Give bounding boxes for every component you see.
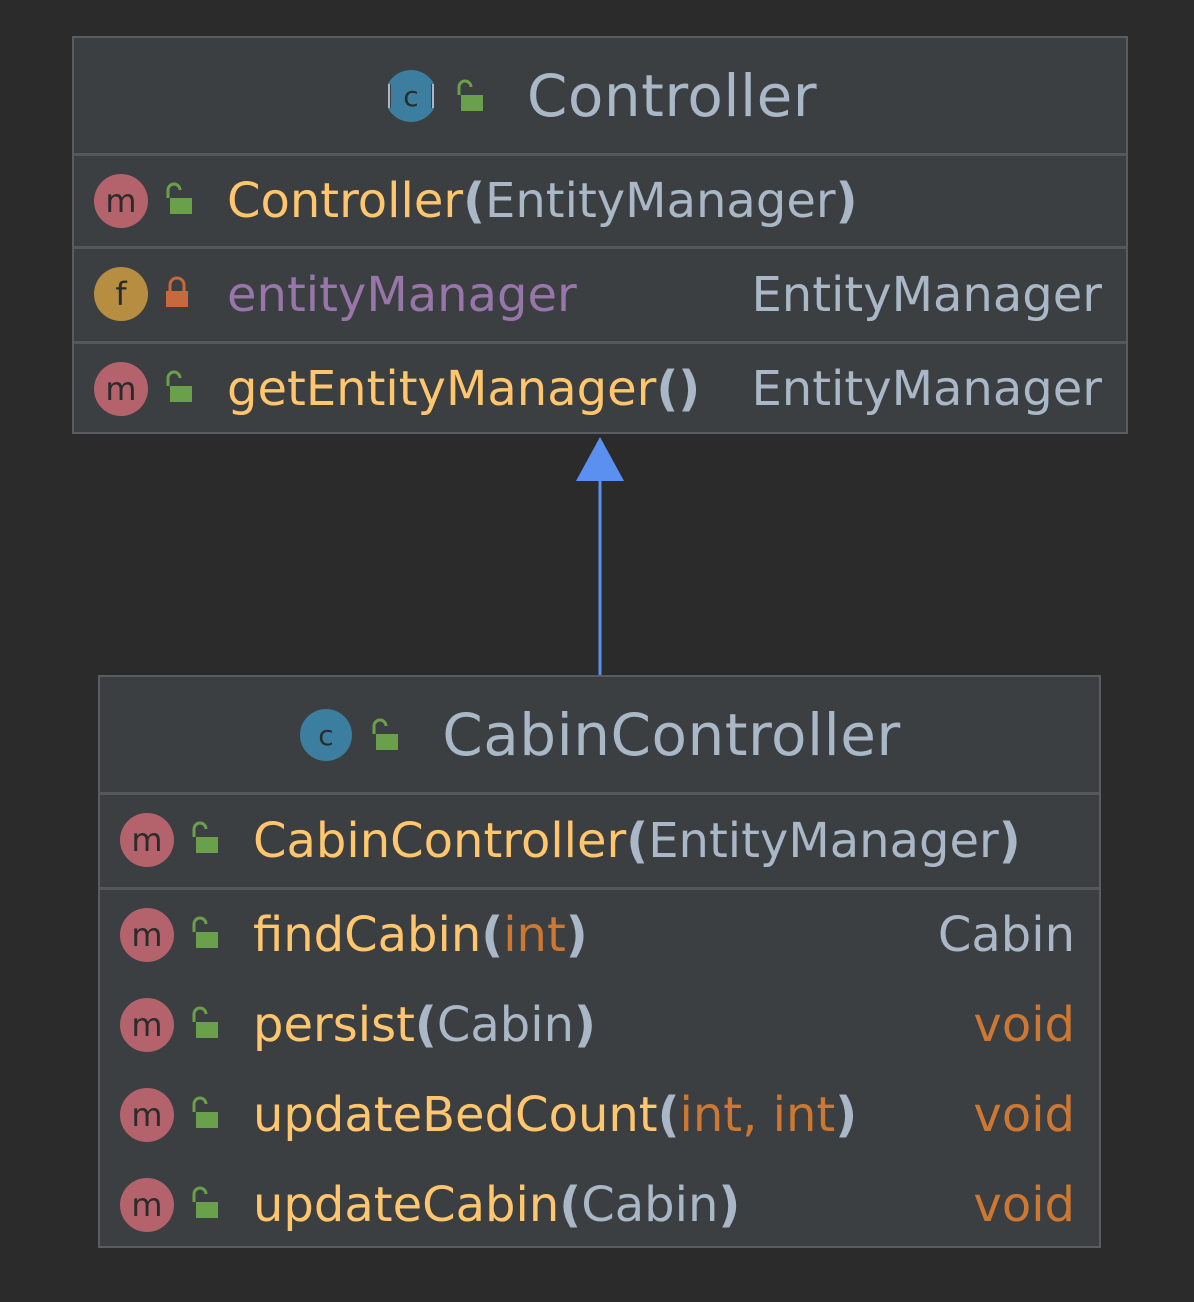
public-lock-icon [192, 916, 218, 948]
method-signature: findCabin(int) [253, 907, 588, 963]
public-lock-icon [372, 718, 399, 750]
method-name: findCabin [253, 907, 482, 963]
return-type: void [973, 997, 1075, 1053]
close-paren: ) [718, 1177, 741, 1233]
close-paren: ) [835, 173, 858, 229]
open-paren: ( [463, 173, 486, 229]
method-row[interactable]: m persist(Cabin) void [100, 980, 1099, 1070]
class-name: Controller [526, 61, 818, 130]
public-lock-icon [192, 821, 218, 853]
constructors-section: m Controller(EntityManager) [74, 156, 1126, 249]
inheritance-arrowhead [576, 437, 624, 481]
method-signature: updateCabin(Cabin) [253, 1177, 740, 1233]
method-icon: m [94, 174, 148, 228]
close-paren: ) [998, 813, 1021, 869]
method-params: int [503, 907, 566, 963]
method-row[interactable]: m updateBedCount(int, int) void [100, 1070, 1099, 1160]
method-params: Cabin [436, 997, 574, 1053]
method-icon: m [120, 998, 174, 1052]
method-name: getEntityManager [227, 361, 657, 417]
return-type: void [973, 1177, 1075, 1233]
return-type: void [973, 1087, 1075, 1143]
open-paren: ( [414, 997, 437, 1053]
constructor-name: Controller [227, 173, 464, 229]
return-type: Cabin [937, 907, 1075, 963]
class-box-controller[interactable]: c Controller m Controller(EntityManager) [72, 36, 1128, 434]
constructor-signature: Controller(EntityManager) [227, 173, 858, 229]
open-paren: ( [481, 907, 504, 963]
class-header: c Controller [74, 38, 1126, 156]
field-type: EntityManager [751, 267, 1102, 323]
public-lock-icon [192, 1096, 218, 1128]
class-icon: c [300, 708, 353, 761]
svg-text:c: c [319, 719, 334, 752]
method-icon: m [120, 1178, 174, 1232]
diagram-canvas: c Controller m Controller(EntityManager) [0, 0, 1194, 1302]
close-paren: ) [574, 997, 596, 1053]
method-row[interactable]: m findCabin(int) Cabin [100, 890, 1099, 980]
public-lock-icon [457, 79, 483, 111]
public-lock-icon [166, 370, 192, 402]
methods-section: m getEntityManager() EntityManager [74, 344, 1126, 434]
open-paren: ( [559, 1177, 582, 1233]
method-icon: m [120, 813, 174, 867]
method-signature: getEntityManager() [227, 361, 700, 417]
return-type: EntityManager [751, 361, 1102, 417]
method-params: int, int [679, 1087, 836, 1143]
method-signature: updateBedCount(int, int) [253, 1087, 857, 1143]
open-paren: ( [657, 1087, 680, 1143]
method-row[interactable]: m getEntityManager() EntityManager [74, 344, 1126, 434]
public-lock-icon [166, 182, 192, 214]
method-icon: m [94, 362, 148, 416]
close-paren: ) [565, 907, 588, 963]
close-paren: ) [835, 1087, 858, 1143]
field-icon: f [94, 267, 148, 321]
method-signature: persist(Cabin) [253, 997, 596, 1053]
method-name: updateCabin [253, 1177, 560, 1233]
constructor-params: EntityManager [485, 173, 836, 229]
method-parens: () [656, 361, 701, 417]
constructors-section: m CabinController(EntityManager) [100, 795, 1099, 890]
public-lock-icon [192, 1186, 218, 1218]
class-box-cabin-controller[interactable]: c CabinController m CabinController(Enti… [98, 675, 1101, 1248]
constructor-signature: CabinController(EntityManager) [253, 813, 1021, 869]
fields-section: f entityManager EntityManager [74, 249, 1126, 344]
private-lock-icon [166, 276, 188, 307]
method-icon: m [120, 1088, 174, 1142]
method-name: persist [253, 997, 415, 1053]
constructor-name: CabinController [253, 813, 627, 869]
constructor-row[interactable]: m CabinController(EntityManager) [100, 795, 1099, 887]
svg-text:c: c [403, 80, 418, 113]
constructor-params: EntityManager [648, 813, 999, 869]
class-header: c CabinController [100, 677, 1099, 795]
method-params: Cabin [581, 1177, 719, 1233]
public-lock-icon [192, 1006, 218, 1038]
methods-section: m findCabin(int) Cabin m persist(Cabin) … [100, 890, 1099, 1250]
method-icon: m [120, 908, 174, 962]
constructor-row[interactable]: m Controller(EntityManager) [74, 156, 1126, 246]
abstract-class-icon: c [382, 69, 439, 122]
method-name: updateBedCount [253, 1087, 658, 1143]
field-name: entityManager [227, 267, 577, 323]
class-name: CabinController [442, 700, 901, 769]
open-paren: ( [626, 813, 649, 869]
field-row[interactable]: f entityManager EntityManager [74, 249, 1126, 341]
method-row[interactable]: m updateCabin(Cabin) void [100, 1160, 1099, 1250]
